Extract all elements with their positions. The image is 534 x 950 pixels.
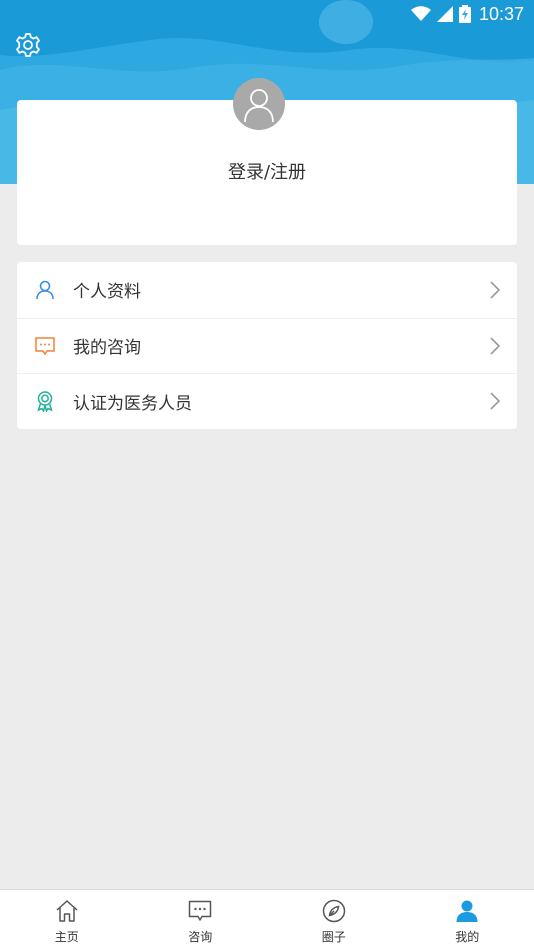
tab-label: 主页 — [54, 930, 79, 944]
tab-label: 我的 — [455, 930, 480, 944]
menu-item-label: 认证为医务人员 — [73, 393, 192, 414]
cellular-signal-icon — [436, 6, 453, 22]
battery-charging-icon — [458, 5, 471, 23]
status-time: 10:37 — [478, 3, 524, 24]
user-icon — [456, 900, 478, 922]
chevron-right-icon — [490, 281, 501, 299]
menu-item-label: 个人资料 — [73, 282, 141, 303]
chat-bubble-icon — [34, 335, 56, 357]
gear-icon — [16, 33, 40, 57]
tab-home[interactable]: 主页 — [0, 890, 134, 950]
avatar[interactable] — [233, 78, 285, 130]
chevron-right-icon — [490, 392, 501, 410]
menu-item-label: 我的咨询 — [73, 338, 141, 359]
status-bar: 10:37 — [0, 0, 534, 28]
wifi-icon — [410, 6, 431, 21]
tab-label: 咨询 — [188, 930, 213, 944]
login-register-link[interactable]: 登录/注册 — [17, 158, 517, 184]
menu-item-profile[interactable]: 个人资料 — [17, 262, 517, 318]
menu-item-medical-certification[interactable]: 认证为医务人员 — [17, 373, 517, 429]
chat-icon — [189, 900, 212, 921]
tab-label: 圈子 — [321, 930, 346, 944]
compass-icon — [322, 899, 345, 923]
tab-consult[interactable]: 咨询 — [134, 890, 268, 950]
home-icon — [56, 900, 78, 922]
settings-button[interactable] — [14, 31, 42, 59]
chevron-right-icon — [490, 337, 501, 355]
menu-item-my-consultations[interactable]: 我的咨询 — [17, 317, 517, 374]
award-badge-icon — [34, 390, 56, 413]
bottom-tab-bar: 主页 咨询 圈子 我的 — [0, 889, 534, 950]
person-icon — [34, 279, 56, 301]
menu-list: 个人资料 我的咨询 认证为医务人员 — [17, 262, 517, 429]
tab-mine[interactable]: 我的 — [401, 890, 534, 950]
user-avatar-icon — [244, 89, 274, 123]
tab-circle[interactable]: 圈子 — [267, 890, 401, 950]
